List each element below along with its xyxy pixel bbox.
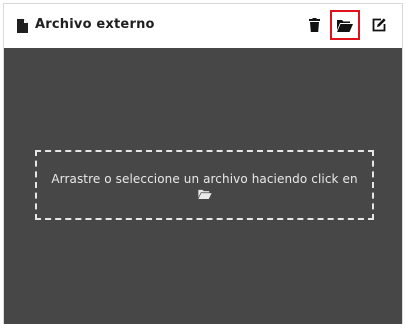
dropzone-text: Arrastre o seleccione un archivo haciend… xyxy=(51,171,358,186)
delete-button[interactable] xyxy=(303,14,325,36)
file-icon xyxy=(17,19,28,33)
card-header: Archivo externo xyxy=(4,4,402,48)
folder-open-icon xyxy=(337,19,353,32)
folder-open-icon[interactable] xyxy=(197,189,212,199)
edit-button[interactable] xyxy=(368,14,390,36)
file-card: Archivo externo Arrastre o seleccione un… xyxy=(3,3,403,324)
content-area: Arrastre o seleccione un archivo haciend… xyxy=(4,48,402,324)
card-title: Archivo externo xyxy=(35,17,155,32)
edit-icon xyxy=(372,18,386,32)
open-file-button[interactable] xyxy=(330,10,360,40)
trash-icon xyxy=(308,18,320,32)
file-dropzone[interactable]: Arrastre o seleccione un archivo haciend… xyxy=(35,150,374,220)
